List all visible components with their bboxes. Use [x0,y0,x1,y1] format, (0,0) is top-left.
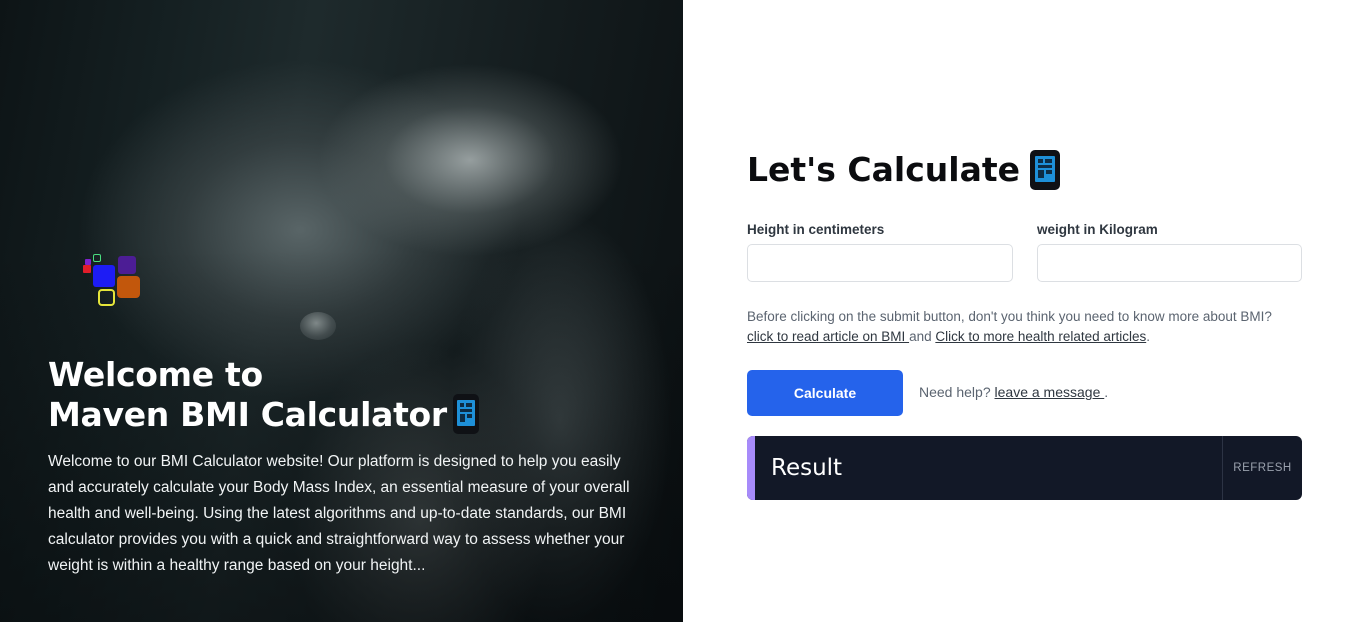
bmi-article-link[interactable]: click to read article on BMI [747,329,909,344]
height-label: Height in centimeters [747,222,885,237]
calculator-form: Let's Calculate Height in centimeters we… [747,0,1307,622]
refresh-button[interactable]: REFRESH [1223,436,1302,500]
help-prompt: Need help? [919,384,991,400]
help-text: Need help? leave a message . [919,384,1108,400]
result-title: Result [771,455,843,481]
calculator-title: Let's Calculate [747,148,1061,192]
info-end-text: . [1146,329,1150,344]
result-accent-bar [747,436,755,500]
help-end-text: . [1104,384,1109,400]
welcome-title-line1: Welcome to [48,355,263,394]
health-articles-link[interactable]: Click to more health related articles [935,329,1146,344]
hero-panel: Welcome to Maven BMI Calculator Welcome … [0,0,683,622]
info-and-text: and [909,329,932,344]
calculator-title-text: Let's Calculate [747,150,1021,189]
weight-label: weight in Kilogram [1037,222,1158,237]
bmi-info-text: Before clicking on the submit button, do… [747,307,1307,347]
height-input[interactable] [747,244,1013,282]
bmi-info-prompt: Before clicking on the submit button, do… [747,309,1272,324]
calculate-button[interactable]: Calculate [747,370,903,416]
weight-input[interactable] [1037,244,1302,282]
colored-squares-logo [83,253,143,309]
result-panel: Result REFRESH [747,436,1302,500]
leave-message-link[interactable]: leave a message [995,384,1105,400]
mobile-phone-icon [452,393,479,434]
welcome-description: Welcome to our BMI Calculator website! O… [48,453,630,574]
welcome-title-app-name: Maven BMI Calculator [48,395,447,434]
mobile-phone-icon [1030,149,1061,190]
welcome-title: Welcome to Maven BMI Calculator [48,355,648,437]
welcome-title-line2: Maven BMI Calculator [48,393,648,437]
